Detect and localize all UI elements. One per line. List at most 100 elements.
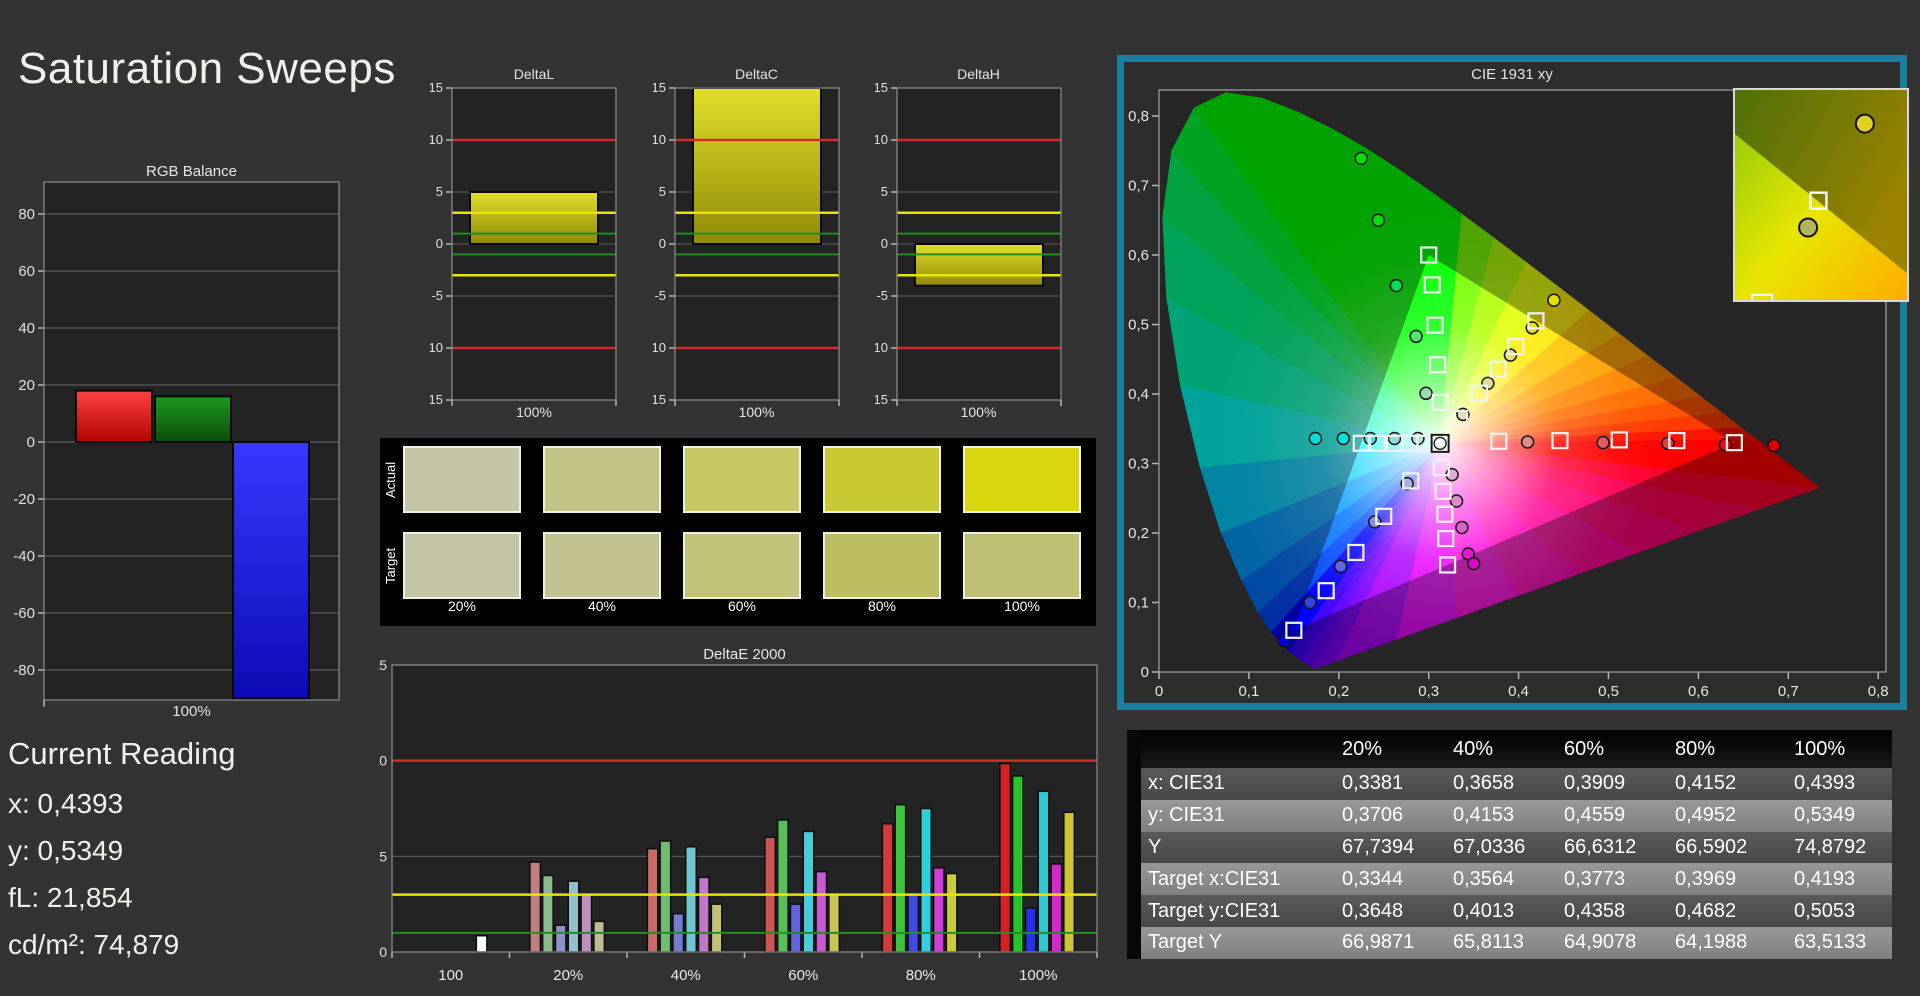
deltae-bar xyxy=(945,872,958,953)
table-cell: 74,8792 xyxy=(1791,831,1892,864)
y-tick-label: 40 xyxy=(18,320,35,337)
measured-point-magenta xyxy=(1449,494,1464,508)
table-cell: 64,9078 xyxy=(1561,926,1672,959)
table-header-100%: 100% xyxy=(1791,730,1892,768)
deltae-bar xyxy=(475,934,488,953)
table-row-strip xyxy=(1127,926,1141,959)
swatch-panel[interactable]: Actual Target 20% 40% 60% 80% 100% xyxy=(380,438,1096,626)
table-corner-strip xyxy=(1127,730,1141,768)
y-tick-label: -20 xyxy=(13,491,35,508)
y-tick-label: 15 xyxy=(875,80,888,95)
y-tick-label: 10 xyxy=(875,132,888,147)
delta-h-chart[interactable]: 15 10 5 0 -5 -10 -15 xyxy=(875,55,1075,435)
deltae-bar xyxy=(659,840,672,953)
deltae-bar xyxy=(1063,811,1076,953)
x-tick-label: 0,7 xyxy=(1778,683,1799,700)
table-cell: 67,7394 xyxy=(1339,831,1450,864)
deltae-bar xyxy=(529,861,542,953)
delta-bar xyxy=(692,87,822,245)
current-reading-y: y: 0,5349 xyxy=(8,835,124,866)
table-cell: 0,3648 xyxy=(1339,895,1450,927)
deltae-bar xyxy=(1037,790,1050,953)
deltae-bar xyxy=(1011,775,1024,953)
rgb-bar-green xyxy=(154,395,232,443)
table-cell: 0,4193 xyxy=(1791,863,1892,896)
rgb-balance-chart[interactable]: 80 60 40 20 0 -20 -40 -60 -80 xyxy=(0,158,348,738)
y-tick-label: 10 xyxy=(653,132,666,147)
measured-point-red xyxy=(1718,437,1733,452)
y-tick-label: 15 xyxy=(653,80,666,95)
deltae-bar xyxy=(815,870,828,953)
table-cell: 0,4152 xyxy=(1672,768,1791,800)
plot-background xyxy=(392,665,1097,952)
delta-c-xlabel: 100% xyxy=(738,404,775,420)
delta-c-chart[interactable]: 15 10 5 0 -5 -10 -15 xyxy=(653,55,853,435)
table-cell: 66,6312 xyxy=(1561,831,1672,864)
swatch-target-80% xyxy=(823,532,941,599)
y-tick-label: 5 xyxy=(659,184,666,199)
table-cell: 66,9871 xyxy=(1339,926,1450,959)
y-tick-label: 5 xyxy=(436,184,443,199)
table-row-label: Target y:CIE31 xyxy=(1141,895,1339,927)
measured-point-magenta xyxy=(1455,520,1469,535)
table-cell: 0,3658 xyxy=(1450,768,1561,800)
deltae-bar xyxy=(685,846,697,953)
x-group-label: 20% xyxy=(553,967,583,984)
swatch-actual-20% xyxy=(403,446,521,513)
swatch-actual-100% xyxy=(963,446,1081,513)
page-title: Saturation Sweeps xyxy=(18,44,396,93)
y-tick-label: -5 xyxy=(431,288,443,303)
y-tick-label: -80 xyxy=(13,662,35,679)
measured-point-cyan xyxy=(1387,431,1402,446)
white-point-measured xyxy=(1433,436,1447,451)
measured-point-blue xyxy=(1333,559,1348,574)
delta-bar xyxy=(469,191,599,245)
y-tick-label: -60 xyxy=(13,605,35,622)
y-tick-label: -10 xyxy=(653,340,666,355)
table-cell: 0,3773 xyxy=(1561,863,1672,896)
y-tick-label: 0,2 xyxy=(1128,525,1149,542)
current-reading-x: x: 0,4393 xyxy=(8,788,124,819)
y-tick-label: 0,5 xyxy=(1128,317,1149,334)
deltae-bar xyxy=(932,867,945,953)
cie-panel[interactable]: CIE 1931 xy 0 0,1 0,2 0,3 0,4 0,5 0,6 0,7 0,8 0 0,… xyxy=(1117,55,1909,710)
swatch-target-60% xyxy=(683,532,801,599)
swatch-row-label-actual: Actual xyxy=(383,461,398,498)
measured-point-magenta xyxy=(1466,556,1481,571)
table-header-20%: 20% xyxy=(1339,730,1450,768)
table-corner xyxy=(1141,730,1339,768)
x-group-label: 40% xyxy=(671,967,701,984)
table-cell: 0,3344 xyxy=(1339,863,1450,896)
deltae-bar xyxy=(567,880,580,953)
y-tick-label: -10 xyxy=(875,340,888,355)
table-cell: 0,3909 xyxy=(1561,768,1672,800)
deltae-bar xyxy=(907,893,920,953)
inset-measured-circle xyxy=(1854,113,1875,134)
deltae-bar xyxy=(697,876,710,953)
deltae-bar xyxy=(554,924,567,953)
table-cell: 65,8113 xyxy=(1450,926,1561,959)
delta-e-chart[interactable]: 0 5 10 15 100 20% 40% 60% 80% 100% xyxy=(378,640,1104,996)
table-cell: 0,3564 xyxy=(1450,863,1561,896)
delta-l-xlabel: 100% xyxy=(516,404,552,420)
table-row-strip xyxy=(1127,863,1141,896)
swatch-target-40% xyxy=(543,532,661,599)
rgb-bar-red xyxy=(75,389,153,443)
y-tick-label: 0 xyxy=(436,236,443,251)
measurement-table: 20% 40% 60% 80% 100% x: CIE31 0,3381 0,3658 0,39… xyxy=(1127,730,1892,959)
table-cell: 0,4559 xyxy=(1561,799,1672,832)
deltae-bar xyxy=(646,847,659,953)
y-tick-label: -40 xyxy=(13,548,35,565)
y-tick-label: -5 xyxy=(654,288,666,303)
x-group-label: 100% xyxy=(1019,967,1057,984)
delta-bar xyxy=(914,243,1044,287)
deltae-bar xyxy=(1050,863,1063,953)
x-tick-label: 0,8 xyxy=(1868,683,1889,700)
x-tick-label: 0,2 xyxy=(1328,683,1349,700)
deltae-bar xyxy=(1024,907,1037,953)
y-tick-label: 15 xyxy=(430,80,443,95)
delta-l-chart[interactable]: 15 10 5 0 -5 -10 -15 xyxy=(430,55,630,435)
table-row-strip xyxy=(1127,831,1141,864)
swatch-actual-60% xyxy=(683,446,801,513)
y-tick-label: 5 xyxy=(881,184,888,199)
